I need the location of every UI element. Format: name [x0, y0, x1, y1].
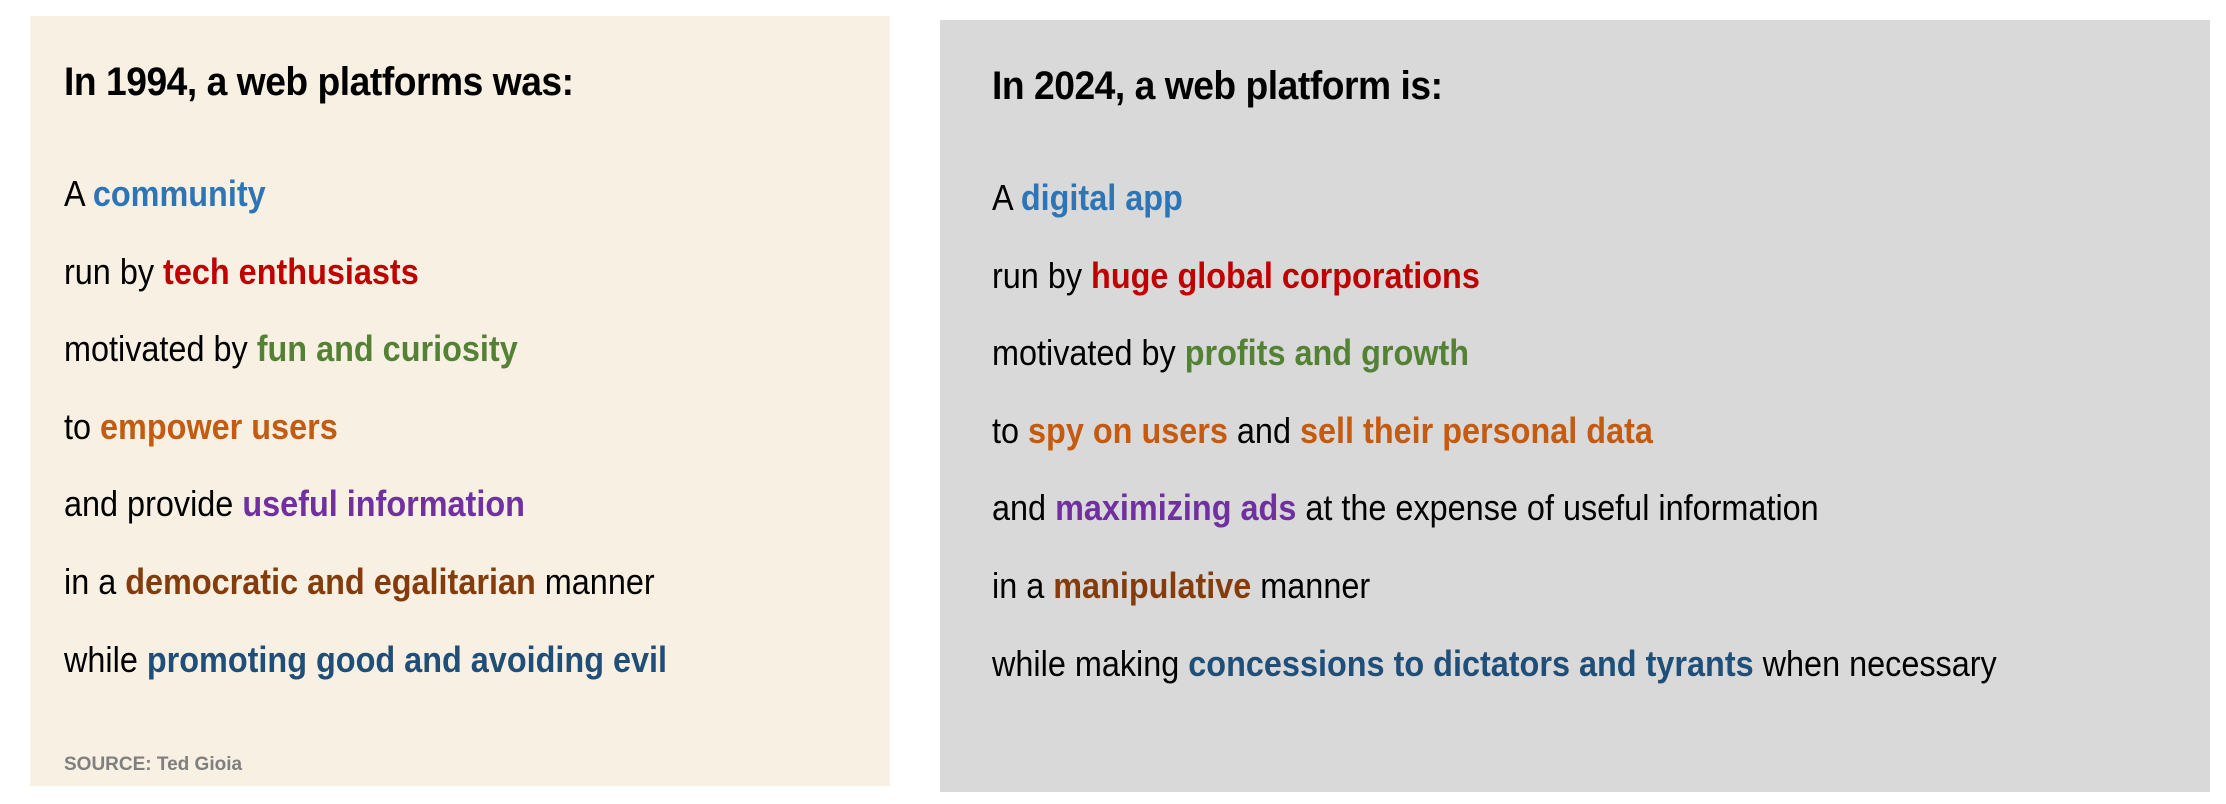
plain-text: when necessary — [1753, 642, 1997, 684]
statement-line: while promoting good and avoiding evil — [64, 632, 667, 710]
plain-text: run by — [64, 250, 164, 292]
highlighted-phrase: huge global corporations — [1091, 254, 1480, 296]
panel-2024: In 2024, a web platform is: A digital ap… — [940, 20, 2210, 792]
highlighted-phrase: empower users — [100, 405, 338, 447]
statement-line: to empower users — [64, 399, 667, 477]
highlighted-phrase: tech enthusiasts — [163, 250, 419, 292]
statement-line: A community — [64, 166, 667, 244]
plain-text: motivated by — [64, 328, 257, 370]
plain-text: run by — [992, 254, 1092, 296]
plain-text: and — [1227, 409, 1300, 451]
statement-line: to spy on users and sell their personal … — [992, 403, 1997, 481]
plain-text: manner — [1251, 564, 1371, 606]
statement-line: motivated by fun and curiosity — [64, 321, 667, 399]
plain-text: in a — [992, 564, 1054, 606]
plain-text: A — [992, 177, 1021, 218]
statement-line: in a manipulative manner — [992, 558, 1997, 636]
statement-line: while making concessions to dictators an… — [992, 636, 1997, 714]
statement-line: motivated by profits and growth — [992, 325, 1997, 403]
plain-text: to — [64, 405, 101, 447]
highlighted-phrase: sell their personal data — [1299, 409, 1653, 451]
plain-text: while — [64, 638, 147, 680]
plain-text: at the expense of useful information — [1296, 487, 1819, 529]
plain-text: while making — [992, 642, 1189, 684]
plain-text: and — [992, 487, 1056, 529]
plain-text: manner — [535, 560, 655, 602]
highlighted-phrase: useful information — [242, 483, 525, 525]
statement-line: run by tech enthusiasts — [64, 244, 667, 322]
panel-1994: In 1994, a web platforms was: A communit… — [30, 16, 890, 786]
highlighted-phrase: fun and curiosity — [256, 328, 518, 370]
statement-line: and provide useful information — [64, 476, 667, 554]
plain-text: motivated by — [992, 332, 1185, 374]
statement-line: in a democratic and egalitarian manner — [64, 554, 667, 632]
panel-2024-title: In 2024, a web platform is: — [992, 64, 1443, 108]
plain-text: and provide — [64, 483, 243, 525]
highlighted-phrase: democratic and egalitarian — [125, 560, 536, 602]
plain-text: in a — [64, 560, 126, 602]
highlighted-phrase: maximizing ads — [1055, 487, 1297, 529]
highlighted-phrase: profits and growth — [1184, 332, 1470, 374]
plain-text: to — [992, 409, 1029, 451]
highlighted-phrase: spy on users — [1028, 409, 1228, 451]
statement-line: A digital app — [992, 170, 1997, 248]
panel-2024-lines: A digital app run by huge global corporat… — [992, 170, 2108, 713]
highlighted-phrase: manipulative — [1053, 564, 1252, 606]
highlighted-phrase: digital app — [1020, 177, 1183, 218]
statement-line: and maximizing ads at the expense of use… — [992, 480, 1997, 558]
highlighted-phrase: concessions to dictators and tyrants — [1188, 642, 1754, 684]
highlighted-phrase: community — [92, 173, 266, 214]
source-credit: SOURCE: Ted Gioia — [64, 754, 243, 775]
panel-1994-title: In 1994, a web platforms was: — [64, 60, 574, 104]
statement-line: run by huge global corporations — [992, 248, 1997, 326]
panel-1994-lines: A community run by tech enthusiasts motiva… — [64, 166, 734, 709]
plain-text: A — [64, 173, 93, 214]
highlighted-phrase: promoting good and avoiding evil — [146, 638, 668, 680]
